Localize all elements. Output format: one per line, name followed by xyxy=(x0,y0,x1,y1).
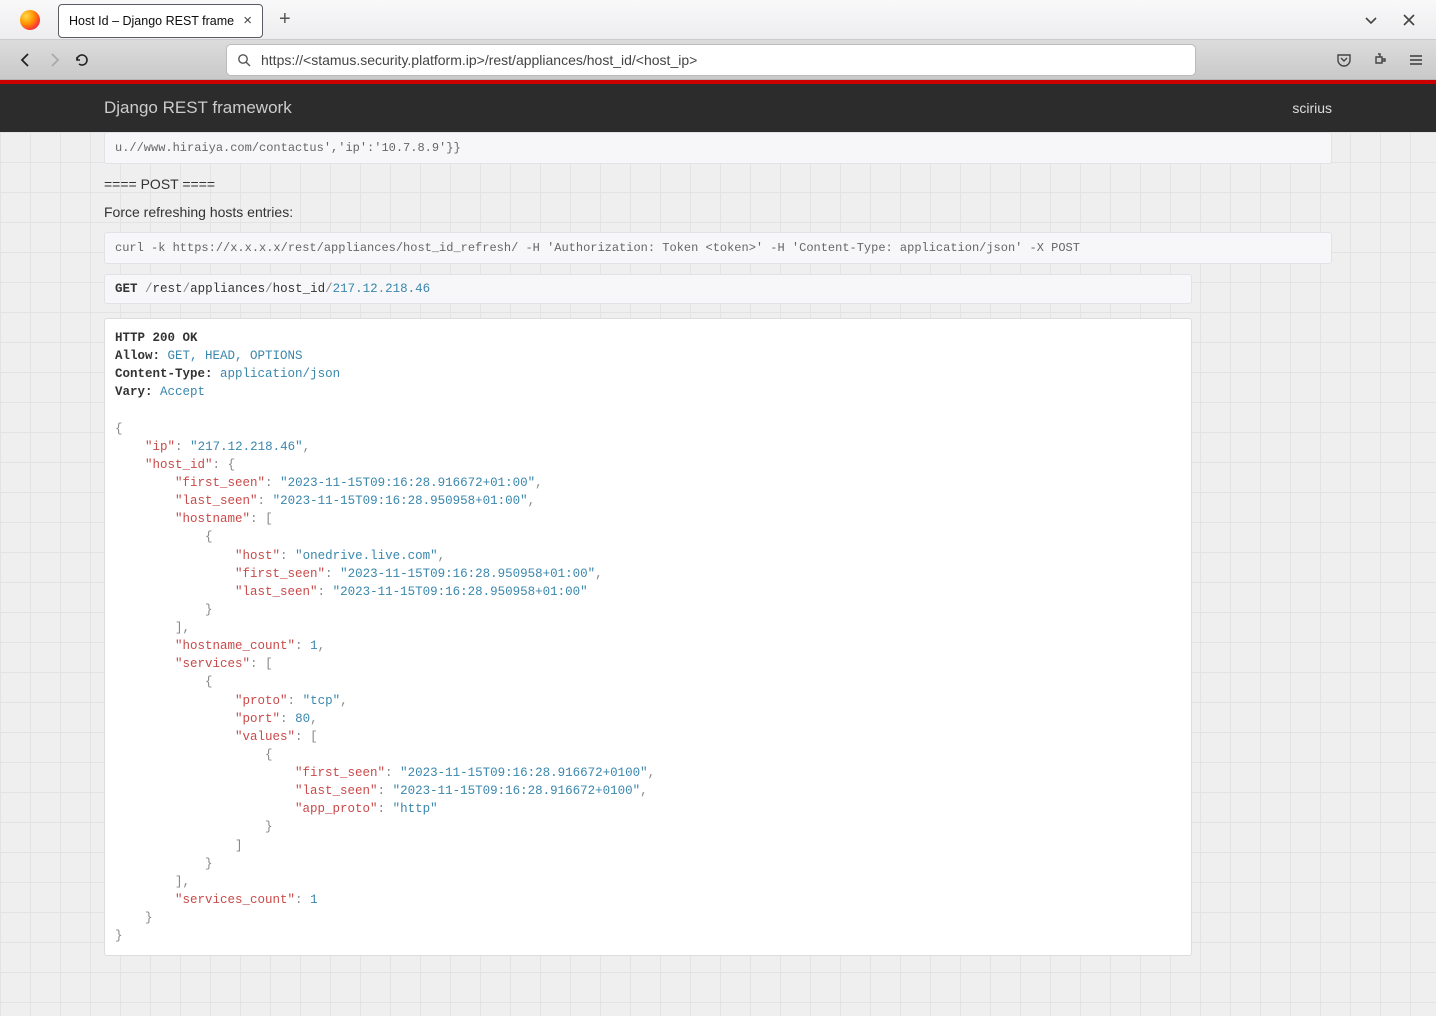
url-input[interactable] xyxy=(261,52,1185,68)
url-bar[interactable] xyxy=(226,44,1196,76)
content-area: u.//www.hiraiya.com/contactus','ip':'10.… xyxy=(0,132,1436,1016)
curl-command-box: curl -k https://x.x.x.x/rest/appliances/… xyxy=(104,232,1332,264)
response-box: HTTP 200 OK Allow: GET, HEAD, OPTIONS Co… xyxy=(104,318,1192,956)
browser-tab-row: Host Id – Django REST frame × + xyxy=(0,0,1436,40)
menu-icon[interactable] xyxy=(1408,52,1424,68)
extensions-icon[interactable] xyxy=(1372,52,1388,68)
tab-title: Host Id – Django REST frame xyxy=(69,14,235,28)
response-body: HTTP 200 OK Allow: GET, HEAD, OPTIONS Co… xyxy=(105,319,1191,955)
truncated-snippet-box: u.//www.hiraiya.com/contactus','ip':'10.… xyxy=(104,132,1332,164)
drf-header: Django REST framework scirius xyxy=(0,84,1436,132)
back-button[interactable] xyxy=(12,46,40,74)
tabs-dropdown-icon[interactable] xyxy=(1364,13,1378,27)
browser-tab[interactable]: Host Id – Django REST frame × xyxy=(58,4,263,38)
forward-button[interactable] xyxy=(40,46,68,74)
request-method: GET xyxy=(115,282,138,296)
new-tab-icon[interactable]: + xyxy=(279,8,291,31)
request-line: GET /rest/appliances/host_id/217.12.218.… xyxy=(104,274,1192,304)
drf-brand-link[interactable]: Django REST framework xyxy=(104,98,292,118)
reload-button[interactable] xyxy=(68,46,96,74)
window-close-icon[interactable] xyxy=(1402,13,1416,27)
browser-nav-row xyxy=(0,40,1436,80)
close-tab-icon[interactable]: × xyxy=(243,12,252,29)
user-menu[interactable]: scirius xyxy=(1292,100,1332,116)
pocket-icon[interactable] xyxy=(1336,52,1352,68)
post-section-heading: ==== POST ==== xyxy=(104,176,1332,192)
search-icon xyxy=(237,53,251,67)
post-section-desc: Force refreshing hosts entries: xyxy=(104,204,1332,220)
firefox-logo-icon xyxy=(20,10,40,30)
